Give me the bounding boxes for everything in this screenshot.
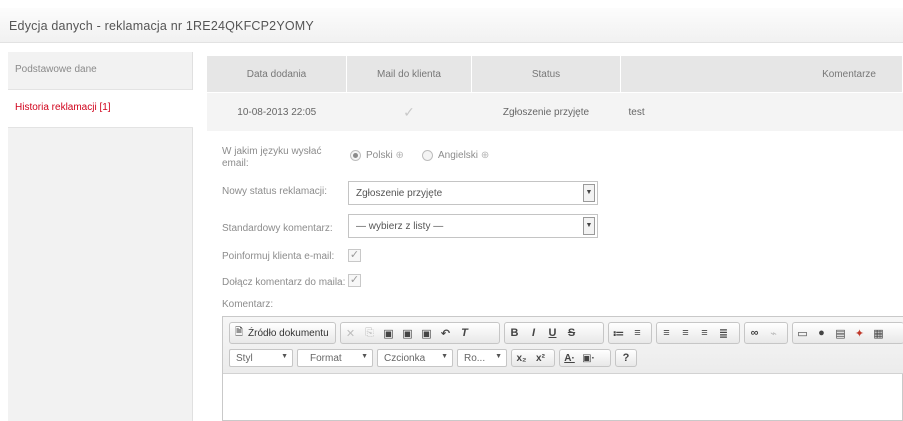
attach-checkbox[interactable]: ✓ <box>348 274 361 287</box>
style-combo[interactable]: Styl ▼ <box>229 349 293 367</box>
color-group: A· ▣· <box>559 349 611 367</box>
paste-icon[interactable]: ▣ <box>379 327 398 340</box>
column-header-mail: Mail do klienta <box>346 56 472 93</box>
align-group: ≡ ≡ ≡ ≣ <box>656 322 740 344</box>
bulleted-list-icon[interactable]: ≡ <box>628 327 647 339</box>
undo-icon[interactable]: ↶ <box>436 327 455 340</box>
info-icon: ⊕ <box>480 150 490 161</box>
window-title-bar: Edycja danych - reklamacja nr 1RE24QKFCP… <box>0 8 903 43</box>
std-comment-select-value: — wybierz z listy — <box>356 221 444 232</box>
help-icon: ? <box>622 352 630 364</box>
style-combo-label: Styl <box>236 353 253 364</box>
font-combo[interactable]: Czcionka ▼ <box>377 349 453 367</box>
font-combo-label: Czcionka <box>384 353 426 364</box>
notify-label: Poinformuj klienta e-mail: <box>222 251 335 262</box>
language-label: W jakim języku wysłać email: <box>222 146 322 169</box>
info-icon: ⊕ <box>395 150 404 161</box>
sidebar: Podstawowe dane Historia reklamacji [1] <box>8 52 193 421</box>
comment-label: Komentarz: <box>222 299 274 310</box>
clipboard-group: ✕ ⎘ ▣ ▣ ▣ ↶ T <box>340 322 500 344</box>
chevron-down-icon: ▼ <box>361 353 368 360</box>
image-icon[interactable]: ▭ <box>793 327 812 340</box>
column-header-comments: Komentarze <box>620 56 903 93</box>
text-color-icon[interactable]: A· <box>560 353 579 364</box>
size-combo[interactable]: Ro... ▼ <box>457 349 507 367</box>
source-button-label: Źródło dokumentu <box>248 327 329 339</box>
italic-icon[interactable]: I <box>524 327 543 339</box>
cut-icon[interactable]: ✕ <box>341 327 360 340</box>
sidebar-item-complaint-history[interactable]: Historia reklamacji [1] <box>8 90 193 128</box>
unlink-icon[interactable]: ⌁ <box>764 327 783 340</box>
std-comment-label: Standardowy komentarz: <box>222 223 333 234</box>
rich-text-editor[interactable]: 🗎 Źródło dokumentu ✕ ⎘ ▣ ▣ ▣ ↶ T B I U S… <box>222 316 903 421</box>
chevron-down-icon: ▼ <box>281 353 288 360</box>
radio-english-label: Angielski ⊕ <box>438 150 490 161</box>
insert-group: ▭ ● ▤ ✦ ▦ <box>792 322 903 344</box>
cell-comment: test <box>620 92 903 131</box>
table-row: 10-08-2013 22:05 ✓ Zgłoszenie przyjęte t… <box>207 92 903 131</box>
paste-word-icon[interactable]: ▣ <box>417 327 436 340</box>
align-left-icon[interactable]: ≡ <box>657 327 676 339</box>
attach-label: Dołącz komentarz do maila: <box>222 277 346 288</box>
remove-format-icon[interactable]: T <box>455 327 474 339</box>
link-group: ∞ ⌁ <box>744 322 788 344</box>
column-header-date: Data dodania <box>207 56 347 93</box>
paste-text-icon[interactable]: ▣ <box>398 327 417 340</box>
align-center-icon[interactable]: ≡ <box>676 327 695 339</box>
numbered-list-icon[interactable]: ≔ <box>609 327 628 340</box>
window-title: Edycja danych - reklamacja nr 1RE24QKFCP… <box>9 19 314 33</box>
script-group: x₂ x² <box>511 349 555 367</box>
cell-status: Zgłoszenie przyjęte <box>471 92 621 131</box>
bold-icon[interactable]: B <box>505 327 524 339</box>
bg-color-icon[interactable]: ▣· <box>579 353 598 364</box>
list-group: ≔ ≡ <box>608 322 652 344</box>
map-pin-icon[interactable]: ✦ <box>850 327 869 340</box>
chevron-down-icon: ▼ <box>441 353 448 360</box>
align-justify-icon[interactable]: ≣ <box>714 327 733 340</box>
radio-polish[interactable] <box>350 150 361 161</box>
cell-date: 10-08-2013 22:05 <box>207 92 347 131</box>
chevron-down-icon: ▼ <box>495 353 502 360</box>
strike-icon[interactable]: S <box>562 327 581 339</box>
document-icon: 🗎 <box>235 326 244 338</box>
editor-toolbar: 🗎 Źródło dokumentu ✕ ⎘ ▣ ▣ ▣ ↶ T B I U S… <box>223 317 903 374</box>
subscript-icon[interactable]: x₂ <box>512 353 531 364</box>
status-select-value: Zgłoszenie przyjęte <box>356 188 443 199</box>
notify-checkbox[interactable]: ✓ <box>348 249 361 262</box>
radio-english[interactable] <box>422 150 433 161</box>
status-label: Nowy status reklamacji: <box>222 186 328 197</box>
superscript-icon[interactable]: x² <box>531 353 550 364</box>
table-icon[interactable]: ▦ <box>869 327 888 340</box>
source-button[interactable]: 🗎 Źródło dokumentu <box>229 322 336 344</box>
flash-icon[interactable]: ● <box>812 327 831 339</box>
column-header-status: Status <box>471 56 621 93</box>
sidebar-item-basic-data[interactable]: Podstawowe dane <box>8 52 192 90</box>
format-combo-label: Format <box>310 353 342 364</box>
help-button[interactable]: ? <box>615 349 637 367</box>
format-group: B I U S <box>504 322 604 344</box>
copy-icon[interactable]: ⎘ <box>360 327 379 340</box>
table-header-row: Data dodania Mail do klienta Status Kome… <box>207 56 903 93</box>
status-select[interactable]: Zgłoszenie przyjęte ▼ <box>348 181 598 205</box>
std-comment-select[interactable]: — wybierz z listy — ▼ <box>348 214 598 238</box>
format-combo[interactable]: Format ▼ <box>297 349 373 367</box>
check-icon: ✓ <box>403 103 415 120</box>
size-combo-label: Ro... <box>464 353 486 364</box>
video-icon[interactable]: ▤ <box>831 327 850 340</box>
cell-mail: ✓ <box>346 92 472 131</box>
chevron-down-icon: ▼ <box>583 184 595 202</box>
chevron-down-icon: ▼ <box>583 217 595 235</box>
underline-icon[interactable]: U <box>543 327 562 339</box>
history-table: Data dodania Mail do klienta Status Kome… <box>207 56 903 131</box>
radio-polish-label: Polski ⊕ <box>366 150 404 161</box>
link-icon[interactable]: ∞ <box>745 327 764 339</box>
align-right-icon[interactable]: ≡ <box>695 327 714 339</box>
